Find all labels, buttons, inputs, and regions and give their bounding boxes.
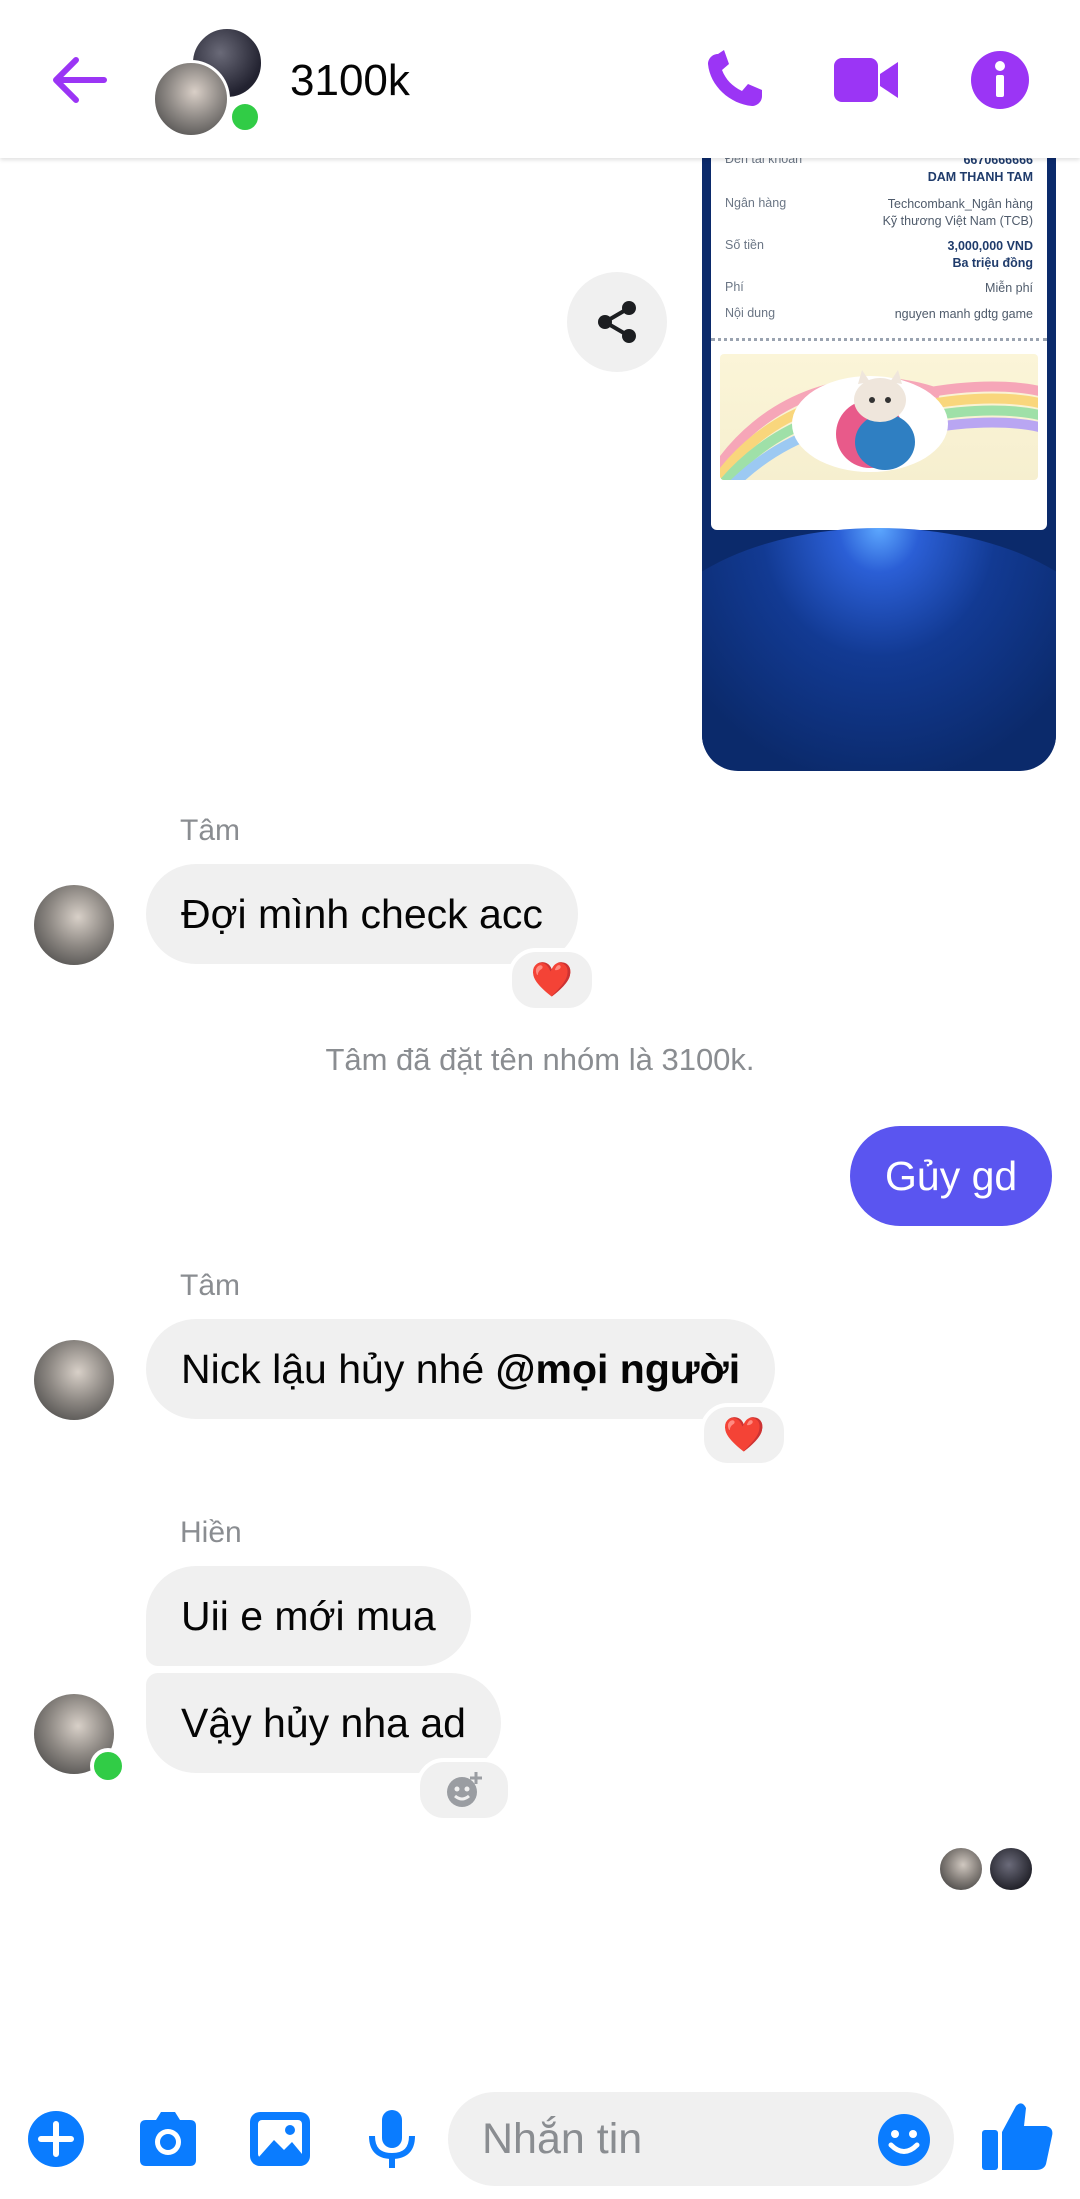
receipt-bank-line2: Kỹ thương Việt Nam (TCB) <box>882 214 1033 228</box>
planet-background <box>702 528 1056 771</box>
add-reaction-button[interactable] <box>416 1758 512 1822</box>
message-bubble[interactable]: Nick lậu hủy nhé @mọi người <box>146 1319 776 1419</box>
system-notice: Tâm đã đặt tên nhóm là 3100k. <box>325 1042 755 1077</box>
sender-name-tam: Tâm <box>180 1269 240 1302</box>
avatar-tam[interactable] <box>34 1340 114 1420</box>
message-list[interactable]: Đến tài khoản 6670666666 DAM THANH TAM N… <box>0 158 1080 2078</box>
heart-reaction[interactable]: ❤️ <box>508 948 596 1012</box>
transfer-receipt: Đến tài khoản 6670666666 DAM THANH TAM N… <box>711 158 1047 530</box>
message-input-placeholder: Nhắn tin <box>482 2115 643 2163</box>
online-status-dot <box>228 100 262 134</box>
receipt-amount-value: 3,000,000 VND <box>947 239 1033 253</box>
outgoing-message-bubble[interactable]: Gủy gd <box>850 1126 1053 1226</box>
avatar-tam[interactable] <box>34 885 114 965</box>
receipt-content-value: nguyen manh gdtg game <box>894 307 1033 321</box>
rainbow-cat-illustration <box>720 370 1038 480</box>
heart-reaction[interactable]: ❤️ <box>700 1403 788 1467</box>
chat-header: 3100k <box>0 0 1080 158</box>
message-input[interactable]: Nhắn tin <box>448 2092 954 2186</box>
receipt-content-label: Nội dung <box>725 306 776 320</box>
message-bubble[interactable]: Đợi mình check acc <box>146 864 578 964</box>
chat-title[interactable]: 3100k <box>290 56 410 106</box>
seen-avatar <box>938 1846 984 1892</box>
voice-call-icon[interactable] <box>700 46 772 114</box>
shared-image-receipt[interactable]: Đến tài khoản 6670666666 DAM THANH TAM N… <box>702 158 1056 771</box>
message-bubble[interactable]: Uii e mới mua <box>146 1566 471 1666</box>
receipt-fee-value: Miễn phí <box>985 281 1033 295</box>
share-button[interactable] <box>567 272 667 372</box>
share-icon <box>598 301 636 343</box>
receipt-divider <box>711 338 1047 341</box>
receipt-amount-label: Số tiền <box>725 238 764 252</box>
like-icon[interactable] <box>978 2098 1056 2174</box>
receipt-to-account-label: Đến tài khoản <box>725 158 803 166</box>
message-text: Nick lậu hủy nhé <box>181 1346 496 1392</box>
sender-name-tam: Tâm <box>180 814 240 847</box>
receipt-bank-label: Ngân hàng <box>725 196 787 210</box>
video-call-icon[interactable] <box>830 46 902 114</box>
seen-avatar <box>988 1846 1034 1892</box>
receipt-account-number: 6670666666 <box>963 158 1033 167</box>
group-avatar-member-1 <box>152 60 230 138</box>
mention-everyone[interactable]: @mọi người <box>496 1346 741 1392</box>
info-icon[interactable] <box>964 46 1036 114</box>
receipt-account: 6670666666 DAM THANH TAM <box>928 158 1033 186</box>
receipt-banner-illustration <box>720 354 1038 480</box>
receipt-fee-label: Phí <box>725 280 744 294</box>
receipt-bank-line1: Techcombank_Ngân hàng <box>887 197 1033 211</box>
group-avatar[interactable] <box>152 26 264 138</box>
message-composer: Nhắn tin <box>0 2078 1080 2199</box>
receipt-amount: 3,000,000 VND Ba triệu đồng <box>948 238 1033 272</box>
receipt-account-name: DAM THANH TAM <box>927 170 1033 184</box>
plus-icon[interactable] <box>20 2106 92 2172</box>
receipt-bank: Techcombank_Ngân hàng Kỹ thương Việt Nam… <box>883 196 1033 230</box>
receipt-amount-words: Ba triệu đồng <box>952 256 1033 270</box>
online-status-dot <box>90 1748 126 1784</box>
camera-icon[interactable] <box>132 2106 204 2172</box>
sender-name-hien: Hiền <box>180 1516 242 1549</box>
emoji-icon[interactable] <box>876 2112 932 2168</box>
add-reaction-icon <box>447 1772 482 1807</box>
microphone-icon[interactable] <box>356 2106 428 2172</box>
gallery-icon[interactable] <box>244 2106 316 2172</box>
back-arrow-icon[interactable] <box>48 52 108 108</box>
